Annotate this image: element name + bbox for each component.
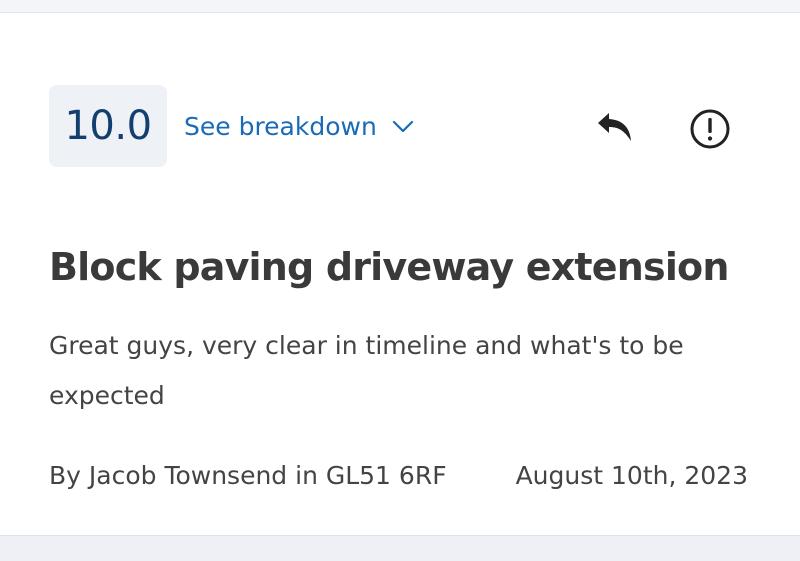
review-date: August 10th, 2023 — [515, 461, 748, 490]
score-badge: 10.0 — [49, 85, 167, 167]
see-breakdown-button[interactable]: See breakdown — [184, 108, 415, 144]
review-author: By Jacob Townsend in GL51 6RF — [49, 461, 447, 490]
bottom-divider — [0, 535, 800, 561]
chevron-down-icon — [392, 120, 413, 133]
alert-circle-icon[interactable] — [688, 107, 732, 151]
reply-icon[interactable] — [594, 109, 636, 145]
review-text: Great guys, very clear in timeline and w… — [49, 331, 684, 410]
review-title: Block paving driveway extension — [49, 245, 729, 289]
review-card: 10.0 See breakdown Block paving driveway… — [0, 13, 800, 535]
see-breakdown-label: See breakdown — [184, 111, 377, 141]
score-value: 10.0 — [64, 103, 152, 149]
top-divider — [0, 0, 800, 13]
